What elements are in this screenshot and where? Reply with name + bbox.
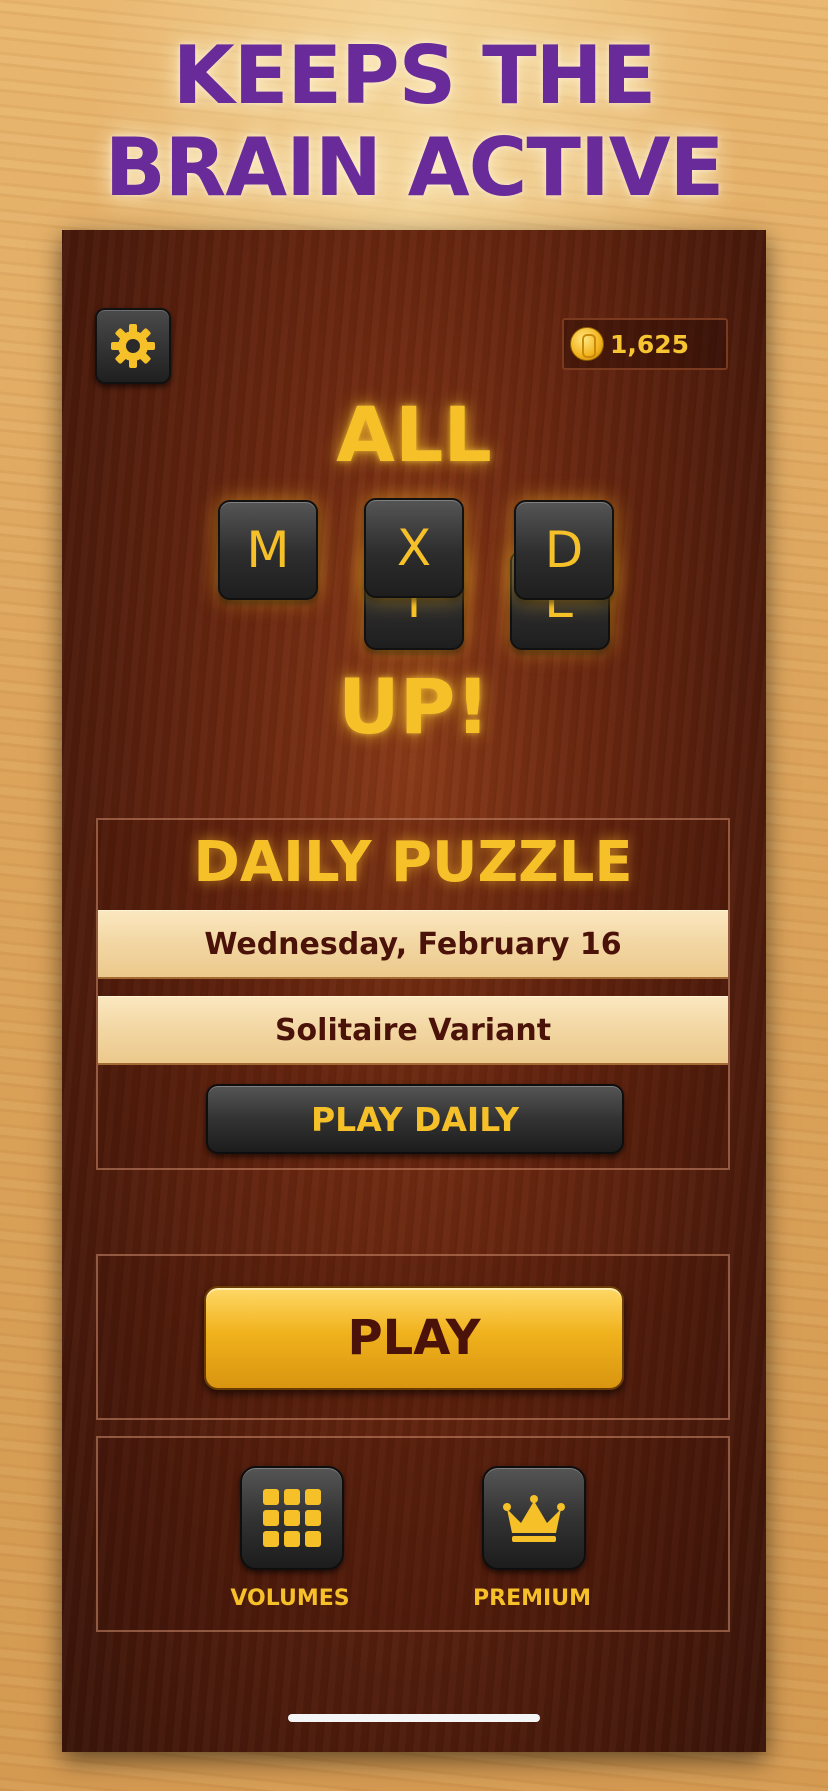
- daily-variant: Solitaire Variant: [98, 996, 728, 1065]
- logo-tile-x: X: [364, 498, 464, 598]
- promo-headline: KEEPS THE BRAIN ACTIVE: [0, 30, 828, 214]
- play-panel: PLAY: [96, 1254, 730, 1420]
- logo-tile-d: D: [514, 500, 614, 600]
- bottom-menu-panel: VOLUMES PREMIUM: [96, 1436, 730, 1632]
- home-indicator: [288, 1714, 540, 1722]
- daily-puzzle-panel: DAILY PUZZLE Wednesday, February 16 Soli…: [96, 818, 730, 1170]
- settings-button[interactable]: [95, 308, 171, 384]
- promo-headline-line1: KEEPS THE: [172, 29, 657, 122]
- volumes-button[interactable]: [240, 1466, 344, 1570]
- play-button[interactable]: PLAY: [204, 1286, 624, 1390]
- logo-word-bottom: UP!: [337, 662, 491, 751]
- logo-word-top: ALL: [336, 390, 492, 479]
- premium-label[interactable]: PREMIUM: [432, 1586, 632, 1611]
- promo-headline-line2: BRAIN ACTIVE: [104, 121, 725, 214]
- gear-icon: [111, 324, 155, 368]
- premium-button[interactable]: [482, 1466, 586, 1570]
- daily-date: Wednesday, February 16: [98, 910, 728, 979]
- coin-balance[interactable]: 1,625: [562, 318, 728, 370]
- volumes-label[interactable]: VOLUMES: [190, 1586, 390, 1611]
- coin-amount: 1,625: [610, 329, 690, 359]
- grid-icon: [263, 1489, 321, 1547]
- phone-screen: 1,625 ALL M I E X D UP! DAILY PUZZLE Wed…: [62, 230, 766, 1752]
- play-daily-button[interactable]: PLAY DAILY: [206, 1084, 624, 1154]
- coin-icon: [570, 327, 604, 361]
- daily-puzzle-title: DAILY PUZZLE: [193, 830, 633, 895]
- crown-icon: [503, 1495, 565, 1542]
- logo-tile-m: M: [218, 500, 318, 600]
